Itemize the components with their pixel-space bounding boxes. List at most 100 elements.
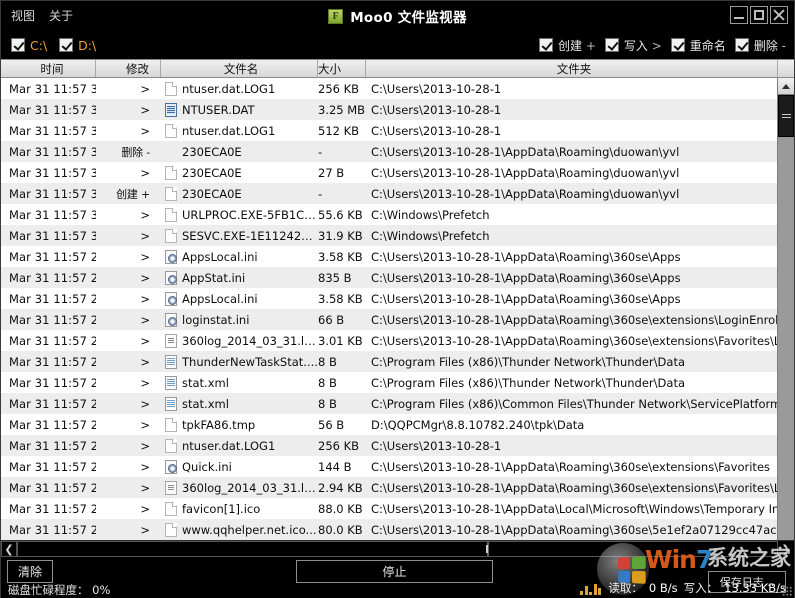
file-type-icon bbox=[165, 291, 177, 306]
file-type-icon bbox=[165, 207, 177, 222]
cell-filename: 230ECA0E bbox=[161, 183, 318, 204]
checkbox-icon[interactable] bbox=[604, 38, 619, 52]
cell-folder: C:\Users\2013-10-28-1\AppData\Roaming\du… bbox=[371, 144, 680, 159]
table-row[interactable]: Mar 31 11:57 24 > ntuser.dat.LOG1 256 KB C:\… bbox=[1, 435, 777, 456]
app-logo-icon: F bbox=[328, 8, 344, 24]
table-row[interactable]: Mar 31 11:57 39 > ntuser.dat.LOG1 512 KB C:\… bbox=[1, 120, 777, 141]
cell-size: 512 KB bbox=[318, 123, 360, 138]
table-row[interactable]: Mar 31 11:57 26 > stat.xml 8 B C:\Program Fi… bbox=[1, 372, 777, 393]
close-icon[interactable] bbox=[770, 6, 788, 24]
menu-item-view[interactable]: 视图 bbox=[11, 9, 35, 23]
checkbox-icon[interactable] bbox=[59, 38, 74, 52]
checkbox-icon[interactable] bbox=[11, 38, 25, 52]
vertical-scroll-thumb[interactable] bbox=[778, 95, 794, 137]
table-row[interactable]: Mar 31 11:57 28 > loginstat.ini 66 B C:\User… bbox=[1, 309, 777, 330]
filter-create[interactable]: 创建 + bbox=[538, 37, 596, 54]
clear-button[interactable]: 清除 bbox=[7, 560, 53, 583]
filter-write[interactable]: 写入 > bbox=[604, 37, 662, 54]
filename-text: AppsLocal.ini bbox=[182, 249, 258, 264]
scroll-left-icon[interactable]: ❮ bbox=[1, 541, 17, 557]
cell-time: Mar 31 11:57 26 bbox=[9, 375, 96, 390]
minimize-icon[interactable] bbox=[730, 6, 748, 24]
table-row[interactable]: Mar 31 11:57 37 >230ECA0E 27 B C:\Users\201… bbox=[1, 162, 777, 183]
checkbox-icon[interactable] bbox=[670, 38, 685, 52]
file-type-icon bbox=[165, 459, 177, 474]
table-row[interactable]: Mar 31 11:57 23 > favicon[1].ico 88.0 KB C:\… bbox=[1, 498, 777, 519]
filename-text: tpkFA86.tmp bbox=[182, 417, 256, 432]
cell-size: 88.0 KB bbox=[318, 501, 363, 516]
column-header-size[interactable]: 大小 bbox=[318, 60, 366, 77]
cell-filename: ThunderNewTaskStat.... bbox=[161, 351, 318, 372]
table-row[interactable]: Mar 31 11:57 23 > Quick.ini 144 B C:\Users\2… bbox=[1, 456, 777, 477]
table-row[interactable]: Mar 31 11:57 23 > www.qqhelper.net.ico... 8… bbox=[1, 519, 777, 540]
checkbox-icon[interactable] bbox=[538, 38, 553, 52]
table-row[interactable]: Mar 31 11:57 26 > stat.xml 8 B C:\Program Fi… bbox=[1, 393, 777, 414]
scroll-right-icon[interactable]: ❯ bbox=[778, 541, 794, 557]
title-bar: 视图 关于 F Moo0 文件监视器 bbox=[1, 1, 794, 31]
cell-filename: tpkFA86.tmp bbox=[161, 414, 318, 435]
table-row[interactable]: Mar 31 11:57 37 创建 + 230ECA0E - C:\Users\201… bbox=[1, 183, 777, 204]
cell-size: - bbox=[318, 186, 323, 201]
drive-label-c: C:\ bbox=[30, 37, 48, 53]
table-row[interactable]: Mar 31 11:57 30 > SESVC.EXE-1E11242A.pf 31.… bbox=[1, 225, 777, 246]
table-row[interactable]: Mar 31 11:57 28 >360log_2014_03_31.log 3.0… bbox=[1, 330, 777, 351]
cell-filename: URLPROC.EXE-5FB1CB... bbox=[161, 204, 318, 225]
activity-sparkline-icon bbox=[580, 582, 602, 595]
column-header-time[interactable]: 时间 bbox=[1, 60, 96, 77]
table-row[interactable]: Mar 31 11:57 29 > AppStat.ini 835 B C:\Users… bbox=[1, 267, 777, 288]
file-type-icon bbox=[165, 186, 177, 201]
drive-filters: C:\ D:\ bbox=[1, 38, 96, 53]
table-row[interactable]: Mar 31 11:57 29 > AppsLocal.ini 3.58 KB C:\U… bbox=[1, 246, 777, 267]
read-rate-value: 0 B/s bbox=[648, 581, 678, 595]
cell-filename: 360log_2014_03_31.log bbox=[161, 330, 318, 351]
cell-folder: C:\Users\2013-10-28-1\AppData\Roaming\36… bbox=[371, 270, 681, 285]
table-row[interactable]: Mar 31 11:57 39 > NTUSER.DAT 3.25 MB C:\User… bbox=[1, 99, 777, 120]
table-row[interactable]: Mar 31 11:57 28 > ThunderNewTaskStat.... 8 … bbox=[1, 351, 777, 372]
file-type-icon bbox=[165, 333, 177, 348]
cell-time: Mar 31 11:57 28 bbox=[9, 312, 96, 327]
filename-text: 230ECA0E bbox=[182, 186, 242, 201]
cell-filename: SESVC.EXE-1E11242A.pf bbox=[161, 225, 318, 246]
filter-delete[interactable]: 删除 - bbox=[734, 37, 786, 54]
cell-modify: > bbox=[140, 291, 150, 306]
checkbox-icon[interactable] bbox=[734, 38, 749, 52]
stop-button[interactable]: 停止 bbox=[296, 560, 493, 583]
table-row[interactable]: Mar 31 11:57 23 >360log_2014_03_31.log 2.9… bbox=[1, 477, 777, 498]
file-type-icon bbox=[165, 249, 177, 264]
cell-folder: C:\Users\2013-10-28-1\AppData\Local\Micr… bbox=[371, 501, 777, 516]
scroll-up-icon[interactable] bbox=[778, 78, 794, 95]
file-type-icon bbox=[165, 102, 177, 117]
horizontal-scrollbar[interactable]: ❮ ❯ bbox=[1, 540, 794, 557]
app-window: 视图 关于 F Moo0 文件监视器 C:\ D:\ 创建 + 写入 > 重命名… bbox=[0, 0, 795, 598]
grid-body[interactable]: Mar 31 11:57 39 > ntuser.dat.LOG1 256 KB C:\… bbox=[1, 78, 777, 540]
cell-time: Mar 31 11:57 24 bbox=[9, 438, 96, 453]
table-row[interactable]: Mar 31 11:57 28 > AppsLocal.ini 3.58 KB C:\U… bbox=[1, 288, 777, 309]
maximize-icon[interactable] bbox=[750, 6, 768, 24]
cell-filename: AppStat.ini bbox=[161, 267, 318, 288]
filter-write-label: 写入 bbox=[623, 38, 648, 53]
file-type-icon bbox=[165, 123, 177, 138]
column-header-modify[interactable]: 修改 bbox=[96, 60, 161, 77]
column-header-filename[interactable]: 文件名 bbox=[161, 60, 318, 77]
table-row[interactable]: Mar 31 11:57 24 > tpkFA86.tmp 56 B D:\QQPCMg… bbox=[1, 414, 777, 435]
table-row[interactable]: Mar 31 11:57 39 > ntuser.dat.LOG1 256 KB C:\… bbox=[1, 78, 777, 99]
vertical-scrollbar[interactable] bbox=[777, 78, 794, 540]
drive-checkbox-c[interactable]: C:\ bbox=[11, 38, 47, 53]
column-header-folder[interactable]: 文件夹 bbox=[366, 60, 777, 77]
menu-bar: 视图 关于 bbox=[1, 9, 73, 23]
disk-busy-status: 磁盘忙碌程度： 0% bbox=[8, 582, 110, 598]
filename-text: SESVC.EXE-1E11242A.pf bbox=[182, 228, 318, 243]
table-row[interactable]: Mar 31 11:57 30 > URLPROC.EXE-5FB1CB... 55.… bbox=[1, 204, 777, 225]
cell-filename: NTUSER.DAT bbox=[161, 99, 318, 120]
menu-item-about[interactable]: 关于 bbox=[49, 9, 73, 23]
resize-grip-icon[interactable] bbox=[782, 586, 792, 596]
horizontal-scroll-thumb[interactable] bbox=[18, 542, 489, 556]
cell-time: Mar 31 11:57 28 bbox=[9, 354, 96, 369]
drive-checkbox-d[interactable]: D:\ bbox=[59, 38, 96, 53]
cell-modify: > bbox=[140, 312, 150, 327]
cell-modify: > bbox=[140, 123, 150, 138]
table-row[interactable]: Mar 31 11:57 37 删除 - 230ECA0E - C:\Users\201… bbox=[1, 141, 777, 162]
horizontal-scroll-track[interactable] bbox=[17, 541, 778, 557]
filter-rename[interactable]: 重命名 bbox=[670, 37, 726, 54]
vertical-scroll-track[interactable] bbox=[778, 137, 794, 540]
